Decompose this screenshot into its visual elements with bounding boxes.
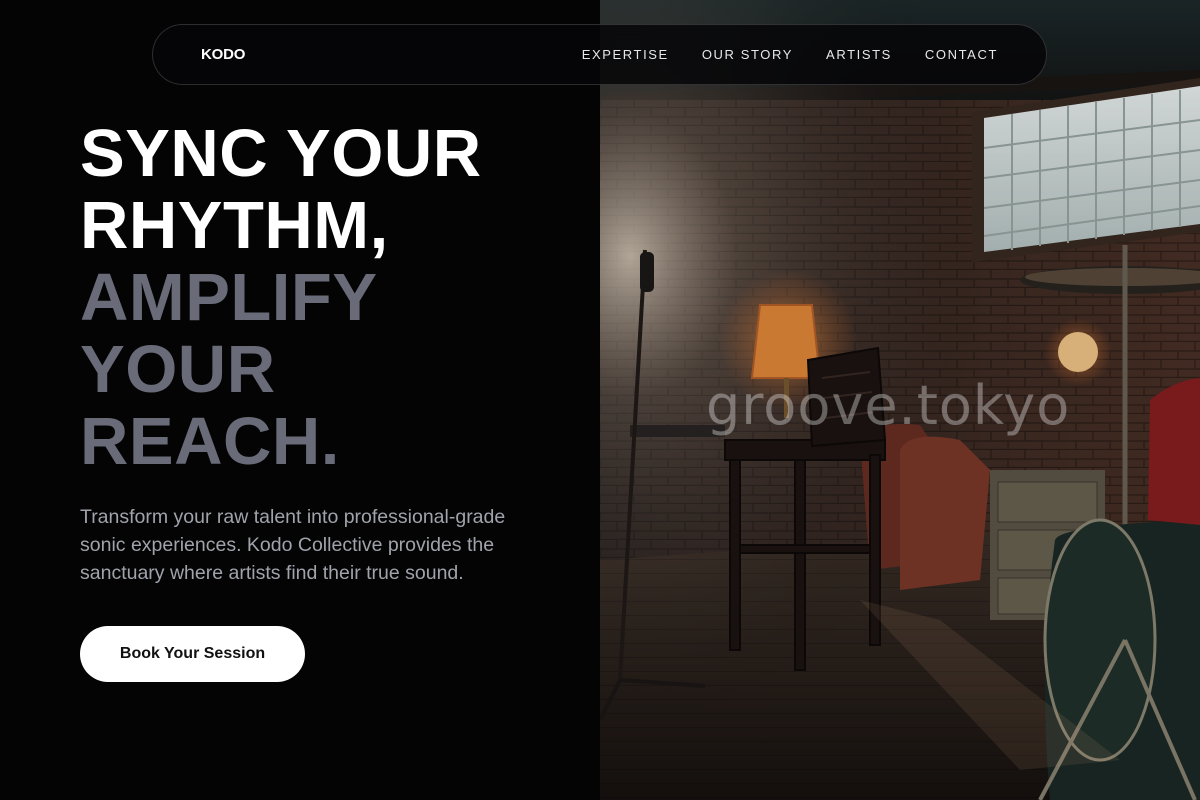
studio-photo: groove.tokyo <box>600 0 1200 800</box>
main-nav: KODO EXPERTISE OUR STORY ARTISTS CONTACT <box>152 24 1047 85</box>
photo-watermark: groove.tokyo <box>706 374 1071 437</box>
nav-link-contact[interactable]: CONTACT <box>925 47 998 62</box>
hero-heading-line: SYNC YOUR <box>80 116 482 191</box>
hero-heading-line-accent: YOUR <box>80 332 276 407</box>
nav-link-artists[interactable]: ARTISTS <box>826 47 892 62</box>
hero-description: Transform your raw talent into professio… <box>80 506 506 584</box>
brand-logo[interactable]: KODO <box>201 46 245 63</box>
hero-heading-line-accent: REACH. <box>80 404 340 479</box>
nav-links: EXPERTISE OUR STORY ARTISTS CONTACT <box>582 47 998 62</box>
hero-heading: SYNC YOUR RHYTHM, AMPLIFY YOUR REACH. <box>80 118 580 478</box>
hero-heading-line-accent: AMPLIFY <box>80 260 378 335</box>
hero-heading-line: RHYTHM, <box>80 188 389 263</box>
nav-link-our-story[interactable]: OUR STORY <box>702 47 793 62</box>
book-session-button[interactable]: Book Your Session <box>80 626 305 682</box>
page: groove.tokyo KODO EXPERTISE OUR STORY AR… <box>0 0 1200 800</box>
nav-link-expertise[interactable]: EXPERTISE <box>582 47 669 62</box>
